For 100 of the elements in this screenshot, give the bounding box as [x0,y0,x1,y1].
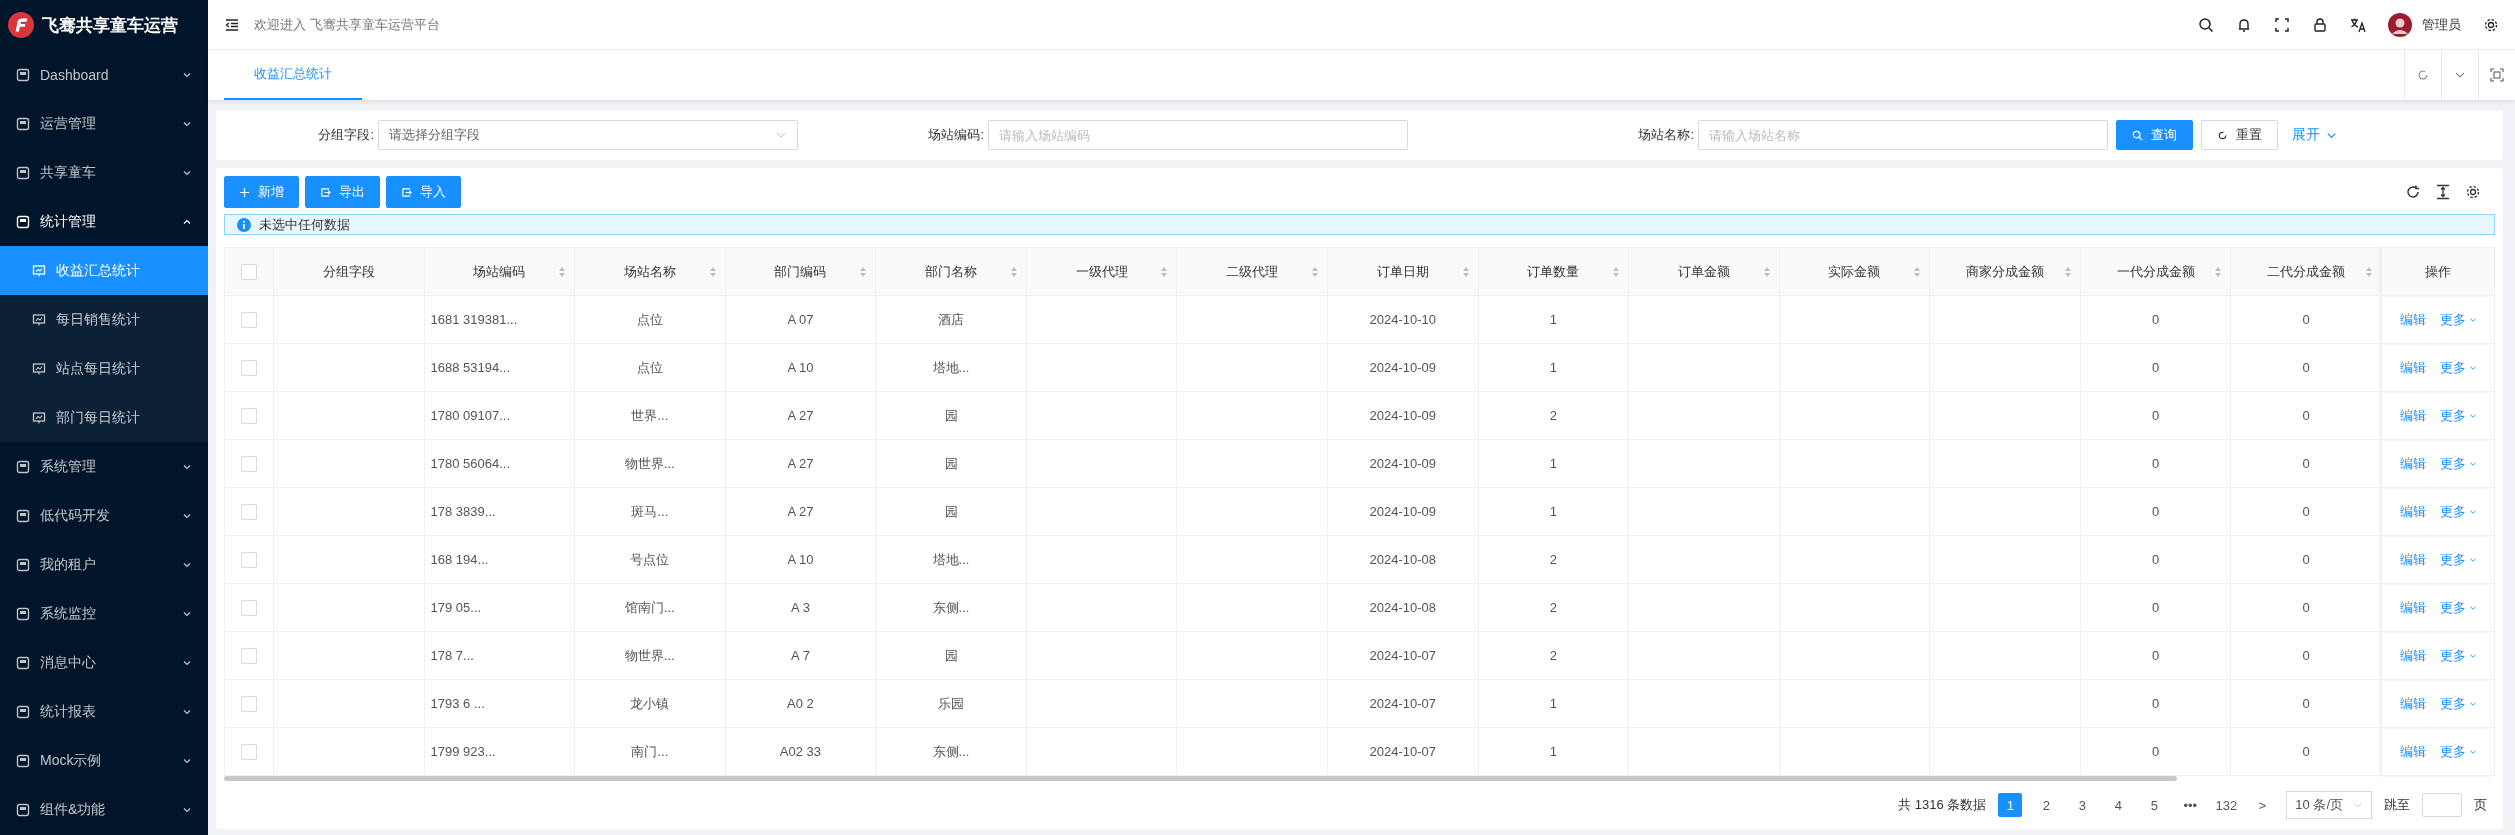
sidebar-menu-item[interactable]: 共享童车 [0,148,208,197]
sidebar-menu-item[interactable]: Mock示例 [0,736,208,785]
row-checkbox[interactable] [241,504,257,521]
sidebar-menu-item[interactable]: 消息中心 [0,638,208,687]
search-icon[interactable] [2198,16,2214,33]
select-all-checkbox[interactable] [241,264,257,281]
page-button[interactable]: 2 [2034,793,2059,817]
filter-label: 场站编码: [928,126,984,144]
sidebar-menu-item[interactable]: 我的租户 [0,540,208,589]
filter-label: 场站名称: [1638,126,1694,144]
row-checkbox[interactable] [241,744,257,761]
fullscreen-icon[interactable] [2274,16,2290,33]
sidebar-menu-item[interactable]: 系统监控 [0,589,208,638]
page-button[interactable]: 3 [2070,793,2095,817]
chevron-icon [2353,800,2363,810]
reset-button[interactable]: 重置 [2201,120,2278,150]
select-field[interactable]: 请选择分组字段 [378,120,798,150]
row-checkbox[interactable] [241,600,257,617]
settings-icon[interactable] [2483,16,2499,33]
input-field[interactable]: 请输入场站编码 [988,120,1408,150]
sidebar-menu-item[interactable]: 运营管理 [0,99,208,148]
column-header[interactable]: 场站编码 [424,247,575,296]
column-header: 操作 [2381,247,2495,296]
logo-icon [8,12,34,38]
table-cell: A 27 [787,456,814,472]
sidebar-menu-item[interactable]: 低代码开发 [0,491,208,540]
table-cell: 0 [2302,552,2310,568]
column-header[interactable]: 订单数量 [1478,247,1629,296]
column-height-icon[interactable] [2435,184,2451,200]
table-cell: 物世界... [625,455,675,471]
column-header[interactable]: 二代分成金额 [2230,247,2382,296]
sort-icon [1310,265,1319,278]
sidebar-menu-item[interactable]: Dashboard [0,50,208,99]
sidebar-menu-item[interactable]: 统计管理 [0,197,208,246]
table-cell: 178 3839... [430,504,496,520]
column-header[interactable]: 一代分成金额 [2080,247,2231,296]
column-header[interactable]: 订单金额 [1628,247,1780,296]
table-cell: 1 [1549,360,1557,376]
menu-icon [16,165,30,180]
app-title: 飞骞共享童车运营 [42,14,178,37]
table-cell: 1799 923... [430,744,496,760]
row-checkbox[interactable] [241,552,257,569]
lock-icon[interactable] [2312,16,2328,33]
jump-label: 跳至 [2384,796,2410,814]
sort-icon [1160,265,1169,278]
table-cell: 1793 6 ... [430,696,485,712]
column-header[interactable]: 部门名称 [875,247,1027,296]
menu-icon [16,802,30,817]
user-name[interactable]: 管理员 [2422,15,2461,34]
table-cell: 0 [2302,600,2310,616]
sort-icon [1009,265,1018,278]
table-cell: 1 [1549,744,1557,760]
page-jump-input[interactable] [2422,793,2462,817]
sort-icon [1612,265,1621,278]
page-button[interactable]: 5 [2142,793,2167,817]
page-button[interactable]: ••• [2178,793,2203,817]
bell-icon[interactable] [2236,16,2252,33]
row-checkbox[interactable] [241,456,257,473]
column-header[interactable]: 一级代理 [1026,247,1177,296]
settings-icon[interactable] [2465,184,2481,200]
column-header[interactable]: 订单日期 [1327,247,1478,296]
sidebar-submenu-item[interactable]: 站点每日统计 [0,344,208,393]
sidebar-submenu-item[interactable]: 每日销售统计 [0,295,208,344]
table-cell: 0 [2302,648,2310,664]
table-cell: 0 [2151,408,2160,424]
avatar-icon[interactable] [2388,12,2412,37]
column-header[interactable]: 分组字段 [273,247,425,296]
page-button[interactable]: 4 [2106,793,2131,817]
next-page-button[interactable]: > [2250,793,2275,817]
table-cell: 2024-10-09 [1369,456,1436,472]
sidebar-menu-item[interactable]: 组件&功能 [0,785,208,834]
row-checkbox[interactable] [241,360,257,377]
column-header[interactable]: 部门编码 [725,247,876,296]
horizontal-scrollbar[interactable] [224,776,2178,781]
refresh-icon[interactable] [2405,184,2421,200]
row-checkbox[interactable] [241,408,257,425]
table-cell: 世界... [631,407,669,423]
column-header[interactable]: 商家分成金额 [1929,247,2081,296]
sort-icon [1762,265,1771,278]
table-cell: 龙小镇 [630,695,670,711]
menu-icon [16,508,30,523]
column-header[interactable]: 场站名称 [574,247,726,296]
table-cell: 号点位 [630,551,670,567]
input-field[interactable]: 请输入场站名称 [1698,120,2108,150]
table-cell: 物世界... [625,647,675,663]
sidebar-menu-item[interactable]: 统计报表 [0,687,208,736]
menu-fold-icon[interactable] [224,16,240,33]
sort-icon [708,265,717,278]
row-checkbox[interactable] [241,312,257,329]
page-button[interactable]: 132 [2214,793,2239,817]
translate-icon[interactable] [2350,16,2366,33]
row-checkbox[interactable] [241,648,257,665]
sidebar-menu-item[interactable]: 系统管理 [0,442,208,491]
sidebar-submenu-item[interactable]: 部门每日统计 [0,393,208,442]
row-checkbox[interactable] [241,696,257,713]
column-header[interactable]: 实际金额 [1779,247,1930,296]
menu-icon [16,459,30,474]
page-unit-label: 页 [2474,796,2487,814]
page-size-select[interactable]: 10 条/页 [2286,791,2372,819]
column-header[interactable]: 二级代理 [1176,247,1328,296]
